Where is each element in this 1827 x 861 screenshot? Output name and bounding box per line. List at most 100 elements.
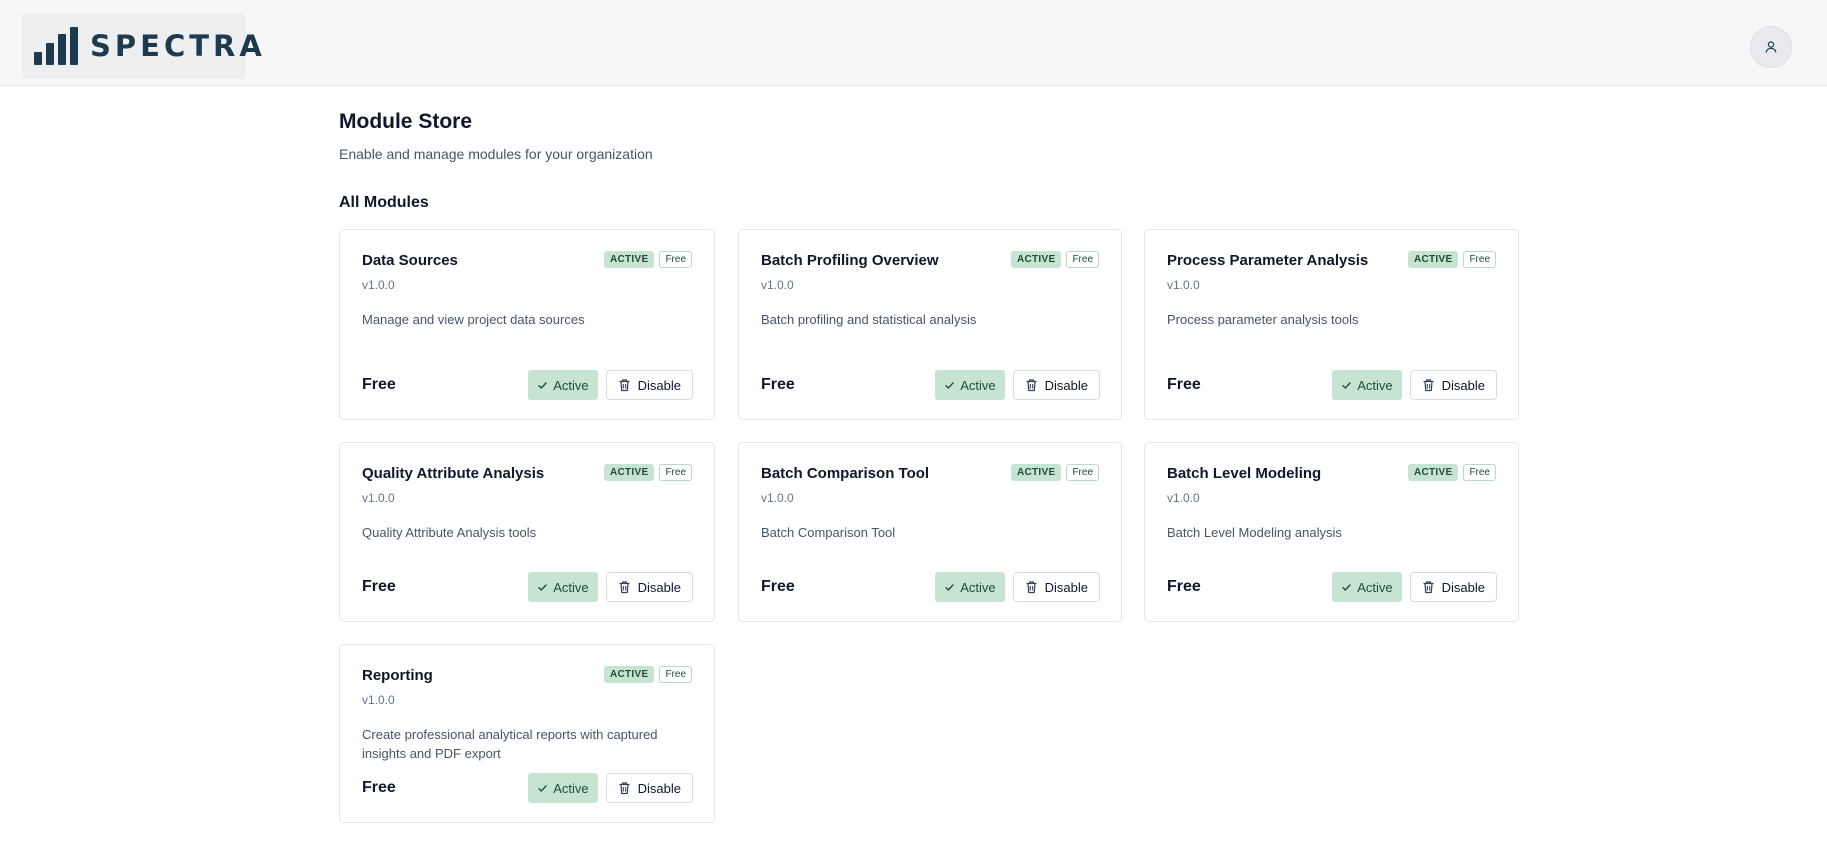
section-title: All Modules <box>339 194 429 211</box>
disable-label: Disable <box>1441 579 1485 595</box>
user-menu-button[interactable] <box>1750 26 1792 68</box>
active-label: Active <box>1357 377 1393 393</box>
module-version: v1.0.0 <box>362 491 395 505</box>
disable-button[interactable]: Disable <box>605 773 693 803</box>
module-description: Batch profiling and statistical analysis <box>761 312 977 327</box>
module-actions: Active Disable <box>935 572 1100 602</box>
spectra-logo[interactable]: SPECTRA <box>22 13 262 79</box>
module-name: Quality Attribute Analysis <box>362 465 545 482</box>
user-icon <box>1764 40 1778 54</box>
module-price: Free <box>362 376 396 393</box>
module-description: Manage and view project data sources <box>362 312 585 327</box>
module-name: Process Parameter Analysis <box>1167 252 1369 269</box>
disable-button[interactable]: Disable <box>605 572 693 602</box>
active-label: Active <box>1357 579 1393 595</box>
status-badge: ACTIVE <box>603 666 655 683</box>
module-version: v1.0.0 <box>1167 278 1200 292</box>
module-badges: ACTIVE Free <box>603 251 692 268</box>
module-card: Batch Level Modeling ACTIVE Free v1.0.0 Batc… <box>1144 442 1519 622</box>
module-version: v1.0.0 <box>761 278 794 292</box>
module-price: Free <box>362 779 396 796</box>
disable-button[interactable]: Disable <box>1012 370 1100 400</box>
module-badges: ACTIVE Free <box>1010 464 1099 481</box>
active-button[interactable]: Active <box>1332 572 1402 602</box>
module-price: Free <box>362 578 396 595</box>
trash-icon <box>1025 580 1038 594</box>
module-badges: ACTIVE Free <box>1407 251 1496 268</box>
module-name: Reporting <box>362 667 433 684</box>
trash-icon <box>1025 378 1038 392</box>
module-badges: ACTIVE Free <box>1407 464 1496 481</box>
module-card: Data Sources ACTIVE Free v1.0.0 Manage and v… <box>339 229 715 420</box>
price-badge: Free <box>1066 464 1099 481</box>
active-button[interactable]: Active <box>528 370 598 400</box>
status-badge: ACTIVE <box>1010 464 1062 481</box>
module-name: Batch Profiling Overview <box>761 252 939 269</box>
module-actions: Active Disable <box>528 773 693 803</box>
module-description: Batch Level Modeling analysis <box>1167 525 1342 540</box>
page-subtitle: Enable and manage modules for your organ… <box>339 146 653 162</box>
check-icon <box>1341 380 1352 391</box>
active-label: Active <box>960 377 996 393</box>
disable-button[interactable]: Disable <box>1012 572 1100 602</box>
disable-label: Disable <box>1044 579 1088 595</box>
trash-icon <box>1422 580 1435 594</box>
logo-bars-icon <box>34 27 78 65</box>
module-card: Reporting ACTIVE Free v1.0.0 Create professi… <box>339 644 715 823</box>
check-icon <box>1341 582 1352 593</box>
module-version: v1.0.0 <box>761 491 794 505</box>
module-price: Free <box>761 376 795 393</box>
top-bar: SPECTRA <box>0 0 1827 86</box>
module-description: Create professional analytical reports w… <box>362 727 658 761</box>
disable-label: Disable <box>637 377 681 393</box>
disable-label: Disable <box>1044 377 1088 393</box>
logo-text: SPECTRA <box>90 29 266 63</box>
active-label: Active <box>553 780 589 796</box>
module-actions: Active Disable <box>528 572 693 602</box>
active-button[interactable]: Active <box>935 370 1005 400</box>
disable-label: Disable <box>637 780 681 796</box>
status-badge: ACTIVE <box>1407 251 1459 268</box>
module-badges: ACTIVE Free <box>603 464 692 481</box>
module-actions: Active Disable <box>528 370 693 400</box>
page-title: Module Store <box>339 110 473 133</box>
trash-icon <box>1422 378 1435 392</box>
active-button[interactable]: Active <box>935 572 1005 602</box>
check-icon <box>944 582 955 593</box>
disable-button[interactable]: Disable <box>605 370 693 400</box>
module-version: v1.0.0 <box>1167 491 1200 505</box>
status-badge: ACTIVE <box>603 251 655 268</box>
active-button[interactable]: Active <box>528 773 598 803</box>
module-card: Quality Attribute Analysis ACTIVE Free v1.0… <box>339 442 715 622</box>
disable-label: Disable <box>1441 377 1485 393</box>
module-description: Batch Comparison Tool <box>761 525 896 540</box>
trash-icon <box>618 378 631 392</box>
module-price: Free <box>1167 578 1201 595</box>
check-icon <box>944 380 955 391</box>
trash-icon <box>618 781 631 795</box>
price-badge: Free <box>1463 251 1496 268</box>
check-icon <box>537 582 548 593</box>
module-badges: ACTIVE Free <box>603 666 692 683</box>
module-version: v1.0.0 <box>362 278 395 292</box>
price-badge: Free <box>659 464 692 481</box>
status-badge: ACTIVE <box>1010 251 1062 268</box>
active-button[interactable]: Active <box>528 572 598 602</box>
module-actions: Active Disable <box>1332 572 1497 602</box>
module-card: Process Parameter Analysis ACTIVE Free v1.0… <box>1144 229 1519 420</box>
active-button[interactable]: Active <box>1332 370 1402 400</box>
module-name: Batch Level Modeling <box>1167 465 1322 482</box>
module-badges: ACTIVE Free <box>1010 251 1099 268</box>
status-badge: ACTIVE <box>603 464 655 481</box>
disable-button[interactable]: Disable <box>1409 572 1497 602</box>
module-card: Batch Profiling Overview ACTIVE Free v1.0.0… <box>738 229 1122 420</box>
check-icon <box>537 783 548 794</box>
price-badge: Free <box>1066 251 1099 268</box>
module-card: Batch Comparison Tool ACTIVE Free v1.0.0 Bat… <box>738 442 1122 622</box>
price-badge: Free <box>659 666 692 683</box>
module-name: Data Sources <box>362 252 458 269</box>
check-icon <box>537 380 548 391</box>
disable-button[interactable]: Disable <box>1409 370 1497 400</box>
disable-label: Disable <box>637 579 681 595</box>
price-badge: Free <box>1463 464 1496 481</box>
